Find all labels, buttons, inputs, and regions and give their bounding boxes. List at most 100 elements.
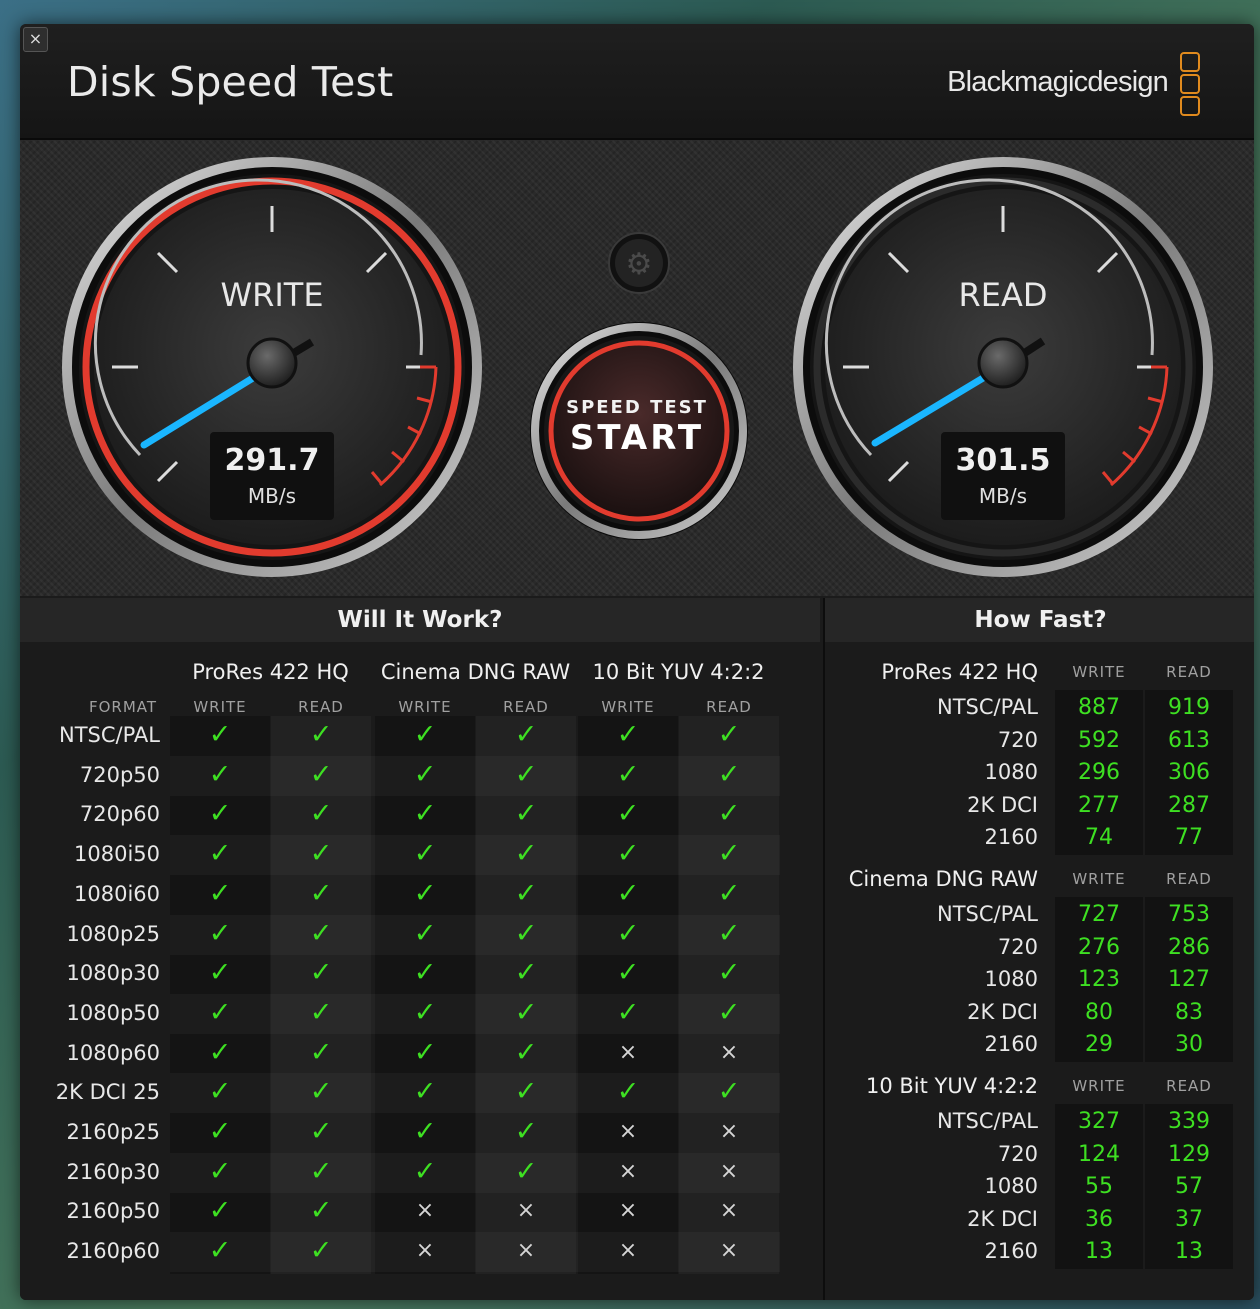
check-icon: ✓ xyxy=(208,1116,232,1147)
check-icon: ✓ xyxy=(616,917,640,949)
start-top-label: SPEED TEST xyxy=(566,397,708,418)
settings-button[interactable]: ⚙ xyxy=(608,232,670,294)
check-icon: ✓ xyxy=(616,877,640,909)
resolution-label: NTSC/PAL xyxy=(937,695,1038,719)
check-icon: ✓ xyxy=(309,838,333,870)
resolution-label: 2K DCI xyxy=(967,1206,1038,1231)
resolution-label: 1080 xyxy=(984,967,1038,991)
how-fast-group-title: 10 Bit YUV 4:2:2 xyxy=(865,1074,1038,1098)
read-column-header: READ xyxy=(503,698,549,716)
how-fast-title: How Fast? xyxy=(825,598,1254,642)
write-column-header: WRITE xyxy=(193,698,247,716)
write-fps-value: 123 xyxy=(1078,967,1120,992)
write-column-header: WRITE xyxy=(601,698,655,716)
cross-icon: × xyxy=(618,1158,638,1184)
how-fast-group-title: ProRes 422 HQ xyxy=(881,660,1038,684)
check-icon: ✓ xyxy=(309,758,333,790)
check-icon: ✓ xyxy=(208,917,232,949)
check-icon: ✓ xyxy=(413,1116,437,1147)
cross-icon: × xyxy=(719,1158,739,1184)
format-label: 720p60 xyxy=(79,802,160,827)
check-icon: ✓ xyxy=(616,758,640,790)
read-column-header: READ xyxy=(1166,870,1212,888)
read-fps-value: 83 xyxy=(1175,999,1203,1025)
resolution-label: NTSC/PAL xyxy=(937,1109,1038,1133)
cross-icon: × xyxy=(618,1039,638,1065)
read-gauge: READ 301.5 MB/s xyxy=(793,157,1213,577)
read-fps-value: 287 xyxy=(1168,792,1210,818)
check-icon: ✓ xyxy=(208,877,232,909)
format-label: 2160p60 xyxy=(66,1239,161,1264)
read-fps-value: 57 xyxy=(1175,1174,1203,1199)
read-fps-value: 306 xyxy=(1168,760,1210,785)
gauge-area: WRITE 291.7 MB/s ⚙ SPEED TEST START READ… xyxy=(20,140,1254,596)
cross-icon: × xyxy=(618,1198,638,1224)
format-label: 1080i60 xyxy=(74,881,160,906)
format-label: 2160p25 xyxy=(66,1120,161,1144)
cross-icon: × xyxy=(719,1238,739,1264)
check-icon: ✓ xyxy=(208,838,232,870)
format-group-header: Cinema DNG RAW xyxy=(380,660,571,684)
resolution-label: 2160 xyxy=(984,1032,1038,1056)
start-button[interactable]: SPEED TEST START xyxy=(530,322,748,540)
check-icon: ✓ xyxy=(309,996,333,1028)
check-icon: ✓ xyxy=(309,957,333,989)
check-icon: ✓ xyxy=(717,957,741,989)
gear-icon: ⚙ xyxy=(626,247,653,282)
check-icon: ✓ xyxy=(208,1076,232,1108)
format-label: NTSC/PAL xyxy=(59,723,160,747)
read-value: 301.5 xyxy=(956,443,1051,478)
write-gauge: WRITE 291.7 MB/s xyxy=(62,157,482,577)
format-label: 1080p50 xyxy=(66,1000,161,1025)
brand-name: Blackmagicdesign xyxy=(947,66,1169,98)
format-label: 1080p60 xyxy=(66,1040,161,1065)
blackmagic-logo-icon xyxy=(1180,52,1202,118)
format-label: 2K DCI 25 xyxy=(55,1080,160,1105)
read-fps-value: 30 xyxy=(1175,1032,1203,1057)
app-title: Disk Speed Test xyxy=(67,58,394,106)
check-icon: ✓ xyxy=(717,996,741,1028)
cross-icon: × xyxy=(415,1238,435,1264)
read-column-header: READ xyxy=(1166,1077,1212,1095)
write-fps-value: 327 xyxy=(1078,1109,1120,1134)
format-label: 1080p30 xyxy=(66,961,161,986)
title-bar: × Disk Speed Test Blackmagicdesign xyxy=(20,24,1254,140)
read-fps-value: 753 xyxy=(1168,902,1210,927)
write-fps-value: 74 xyxy=(1085,825,1113,850)
resolution-label: 720 xyxy=(997,727,1038,752)
cross-icon: × xyxy=(618,1119,638,1144)
check-icon: ✓ xyxy=(616,996,640,1028)
resolution-label: NTSC/PAL xyxy=(937,902,1038,926)
cross-icon: × xyxy=(415,1198,435,1224)
write-column-header: WRITE xyxy=(1072,870,1126,888)
will-it-work-title: Will It Work? xyxy=(20,598,820,642)
check-icon: ✓ xyxy=(413,996,437,1028)
check-icon: ✓ xyxy=(616,798,640,830)
check-icon: ✓ xyxy=(208,758,232,790)
check-icon: ✓ xyxy=(717,798,741,830)
check-icon: ✓ xyxy=(514,1155,538,1187)
check-icon: ✓ xyxy=(514,1076,538,1108)
check-icon: ✓ xyxy=(413,1036,437,1068)
read-fps-value: 13 xyxy=(1175,1239,1203,1264)
check-icon: ✓ xyxy=(717,877,741,909)
will-it-work-panel: Will It Work? FORMAT ProRes 422 HQ WRITE R… xyxy=(20,598,820,1300)
write-fps-value: 887 xyxy=(1078,695,1120,720)
close-button[interactable]: × xyxy=(23,27,48,52)
check-icon: ✓ xyxy=(309,1235,333,1267)
check-icon: ✓ xyxy=(413,877,437,909)
format-label: 720p50 xyxy=(79,762,160,787)
read-fps-value: 339 xyxy=(1168,1109,1210,1134)
check-icon: ✓ xyxy=(616,719,640,750)
close-icon: × xyxy=(28,29,43,48)
check-icon: ✓ xyxy=(208,798,232,830)
start-main-label: START xyxy=(570,418,704,458)
disk-speed-test-window: × Disk Speed Test Blackmagicdesign WRITE… xyxy=(20,24,1254,1300)
check-icon: ✓ xyxy=(208,1155,232,1187)
write-column-header: WRITE xyxy=(1072,663,1126,681)
write-fps-value: 36 xyxy=(1085,1206,1113,1232)
check-icon: ✓ xyxy=(413,798,437,830)
write-fps-value: 29 xyxy=(1085,1032,1113,1057)
check-icon: ✓ xyxy=(514,798,538,830)
how-fast-group-title: Cinema DNG RAW xyxy=(848,867,1038,891)
